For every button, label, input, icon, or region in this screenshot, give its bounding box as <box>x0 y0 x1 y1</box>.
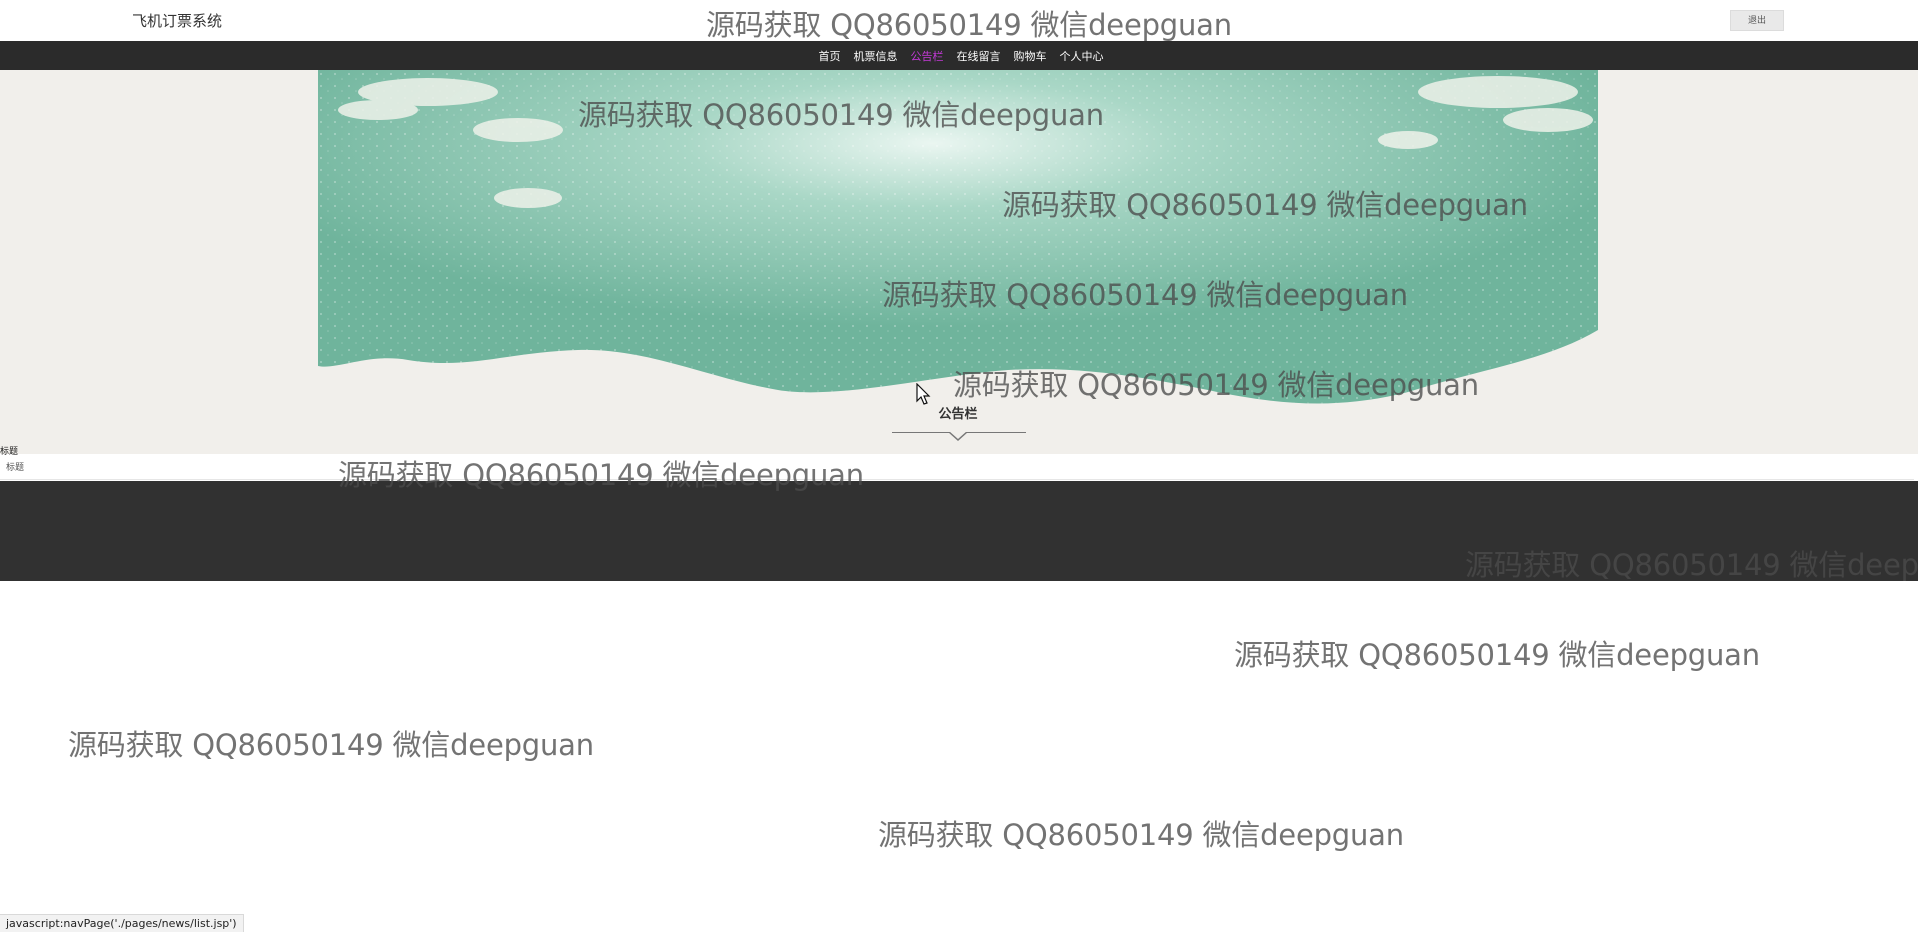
browser-status-bar: javascript:navPage('./pages/news/list.js… <box>0 914 244 932</box>
watermark-clip: 源码获取 QQ86050149 微信deepguan <box>1465 542 1918 582</box>
caret-down-icon <box>948 431 968 441</box>
list-item[interactable]: 标题 <box>0 455 1914 480</box>
top-header: 飞机订票系统 退出 <box>0 0 1918 41</box>
nav-item-flight-info[interactable]: 机票信息 <box>854 48 898 64</box>
main-nav: 首页 机票信息 公告栏 在线留言 购物车 个人中心 <box>0 41 1918 70</box>
list-item-title[interactable]: 标题 <box>6 460 24 473</box>
page: 飞机订票系统 退出 首页 机票信息 公告栏 在线留言 购物车 个人中心 公告栏 … <box>0 0 1918 932</box>
nav-item-notice-board[interactable]: 公告栏 <box>911 48 944 64</box>
site-title: 飞机订票系统 <box>132 12 223 30</box>
banner-image <box>318 70 1598 404</box>
nav-item-messages[interactable]: 在线留言 <box>957 48 1001 64</box>
nav-item-home[interactable]: 首页 <box>819 48 841 64</box>
watermark-text: 源码获取 QQ86050149 微信deepguan <box>1234 638 1760 672</box>
nav-item-profile[interactable]: 个人中心 <box>1060 48 1104 64</box>
mouse-pointer-icon <box>916 383 931 405</box>
watermark-text: 源码获取 QQ86050149 微信deepguan <box>68 728 594 762</box>
logout-button[interactable]: 退出 <box>1730 10 1784 31</box>
watermark-text: 源码获取 QQ86050149 微信deepguan <box>878 818 1404 852</box>
watermark-text: 源码获取 QQ86050149 微信deepguan <box>1465 548 1918 582</box>
nav-item-cart[interactable]: 购物车 <box>1014 48 1047 64</box>
